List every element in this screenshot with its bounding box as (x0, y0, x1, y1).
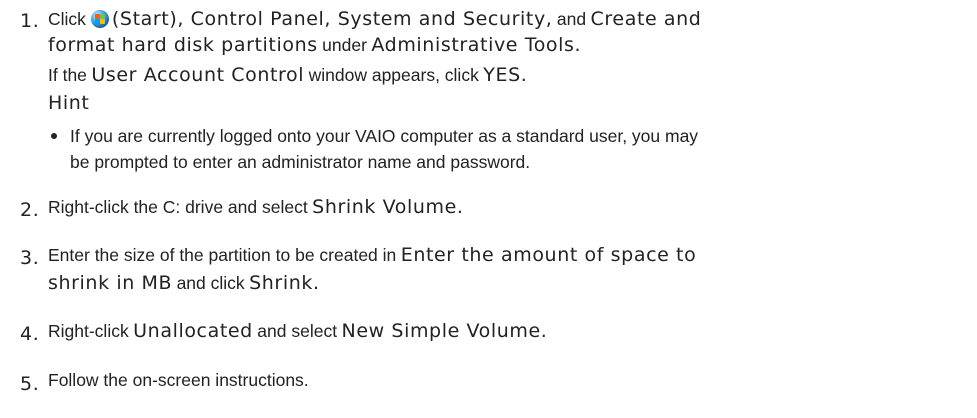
ui-term: Shrink Volume. (312, 196, 464, 218)
step-2: 2. Right-click the C: drive and select S… (0, 194, 977, 224)
step-4-line: Right-click Unallocated and select New S… (48, 318, 977, 348)
step-5: 5. Follow the on-screen instructions. (0, 368, 977, 398)
step-number: 3. (20, 247, 40, 269)
ui-term: Unallocated (133, 320, 253, 342)
hint-item: If you are currently logged onto your VA… (48, 122, 977, 180)
step-4: 4. Right-click Unallocated and select Ne… (0, 318, 977, 348)
step-text: window appears, click (308, 65, 479, 85)
windows-start-orb-icon (90, 10, 109, 28)
step-text: Follow the on-screen instructions. (48, 370, 309, 390)
step-2-line: Right-click the C: drive and select Shri… (48, 194, 977, 224)
ui-term: format hard disk partitions (48, 34, 318, 56)
step-text: and select (257, 321, 338, 341)
step-number: 1. (20, 10, 40, 32)
step-1: 1. Click (Start), Control Panel, System a… (0, 0, 977, 180)
step-text: under (322, 35, 367, 55)
step-text: Enter the size of the partition to be cr… (48, 245, 397, 265)
step-1-line-3: If the User Account Control window appea… (48, 64, 977, 92)
bullet-icon (51, 133, 57, 139)
ui-term: YES. (483, 64, 528, 86)
ui-term: Administrative Tools. (371, 34, 582, 56)
step-3: 3. Enter the size of the partition to be… (0, 242, 977, 298)
hint-text-line-2: be prompted to enter an administrator na… (70, 152, 531, 172)
ui-term: User Account Control (91, 64, 305, 86)
step-3-line-1: Enter the size of the partition to be cr… (48, 242, 977, 272)
ui-term: Create and (590, 8, 702, 30)
ui-term: Enter the amount of space to (400, 244, 697, 266)
step-text: Right-click (48, 321, 129, 341)
ui-term: Shrink. (249, 272, 320, 294)
instruction-steps: 1. Click (Start), Control Panel, System a… (0, 0, 977, 398)
step-1-line-2: format hard disk partitions under Admini… (48, 34, 977, 64)
hint-text-line-1: If you are currently logged onto your VA… (70, 126, 699, 146)
step-text: Right-click the C: drive and select (48, 197, 308, 217)
hint-list: If you are currently logged onto your VA… (48, 122, 977, 180)
ui-term: (Start), Control Panel, System and Secur… (111, 8, 553, 30)
ui-term: New Simple Volume. (341, 320, 548, 342)
step-1-line-1: Click (Start), Control Panel, System and … (48, 0, 977, 34)
step-text: If the (48, 65, 87, 85)
step-number: 5. (20, 373, 40, 395)
step-text: Click (48, 9, 86, 29)
ui-term: shrink in MB (48, 272, 173, 294)
hint-title: Hint (48, 92, 90, 114)
step-text: and click (176, 273, 245, 293)
step-text: and (556, 9, 587, 29)
step-number: 2. (20, 199, 40, 221)
step-number: 4. (20, 323, 40, 345)
step-3-line-2: shrink in MB and click Shrink. (48, 272, 977, 298)
